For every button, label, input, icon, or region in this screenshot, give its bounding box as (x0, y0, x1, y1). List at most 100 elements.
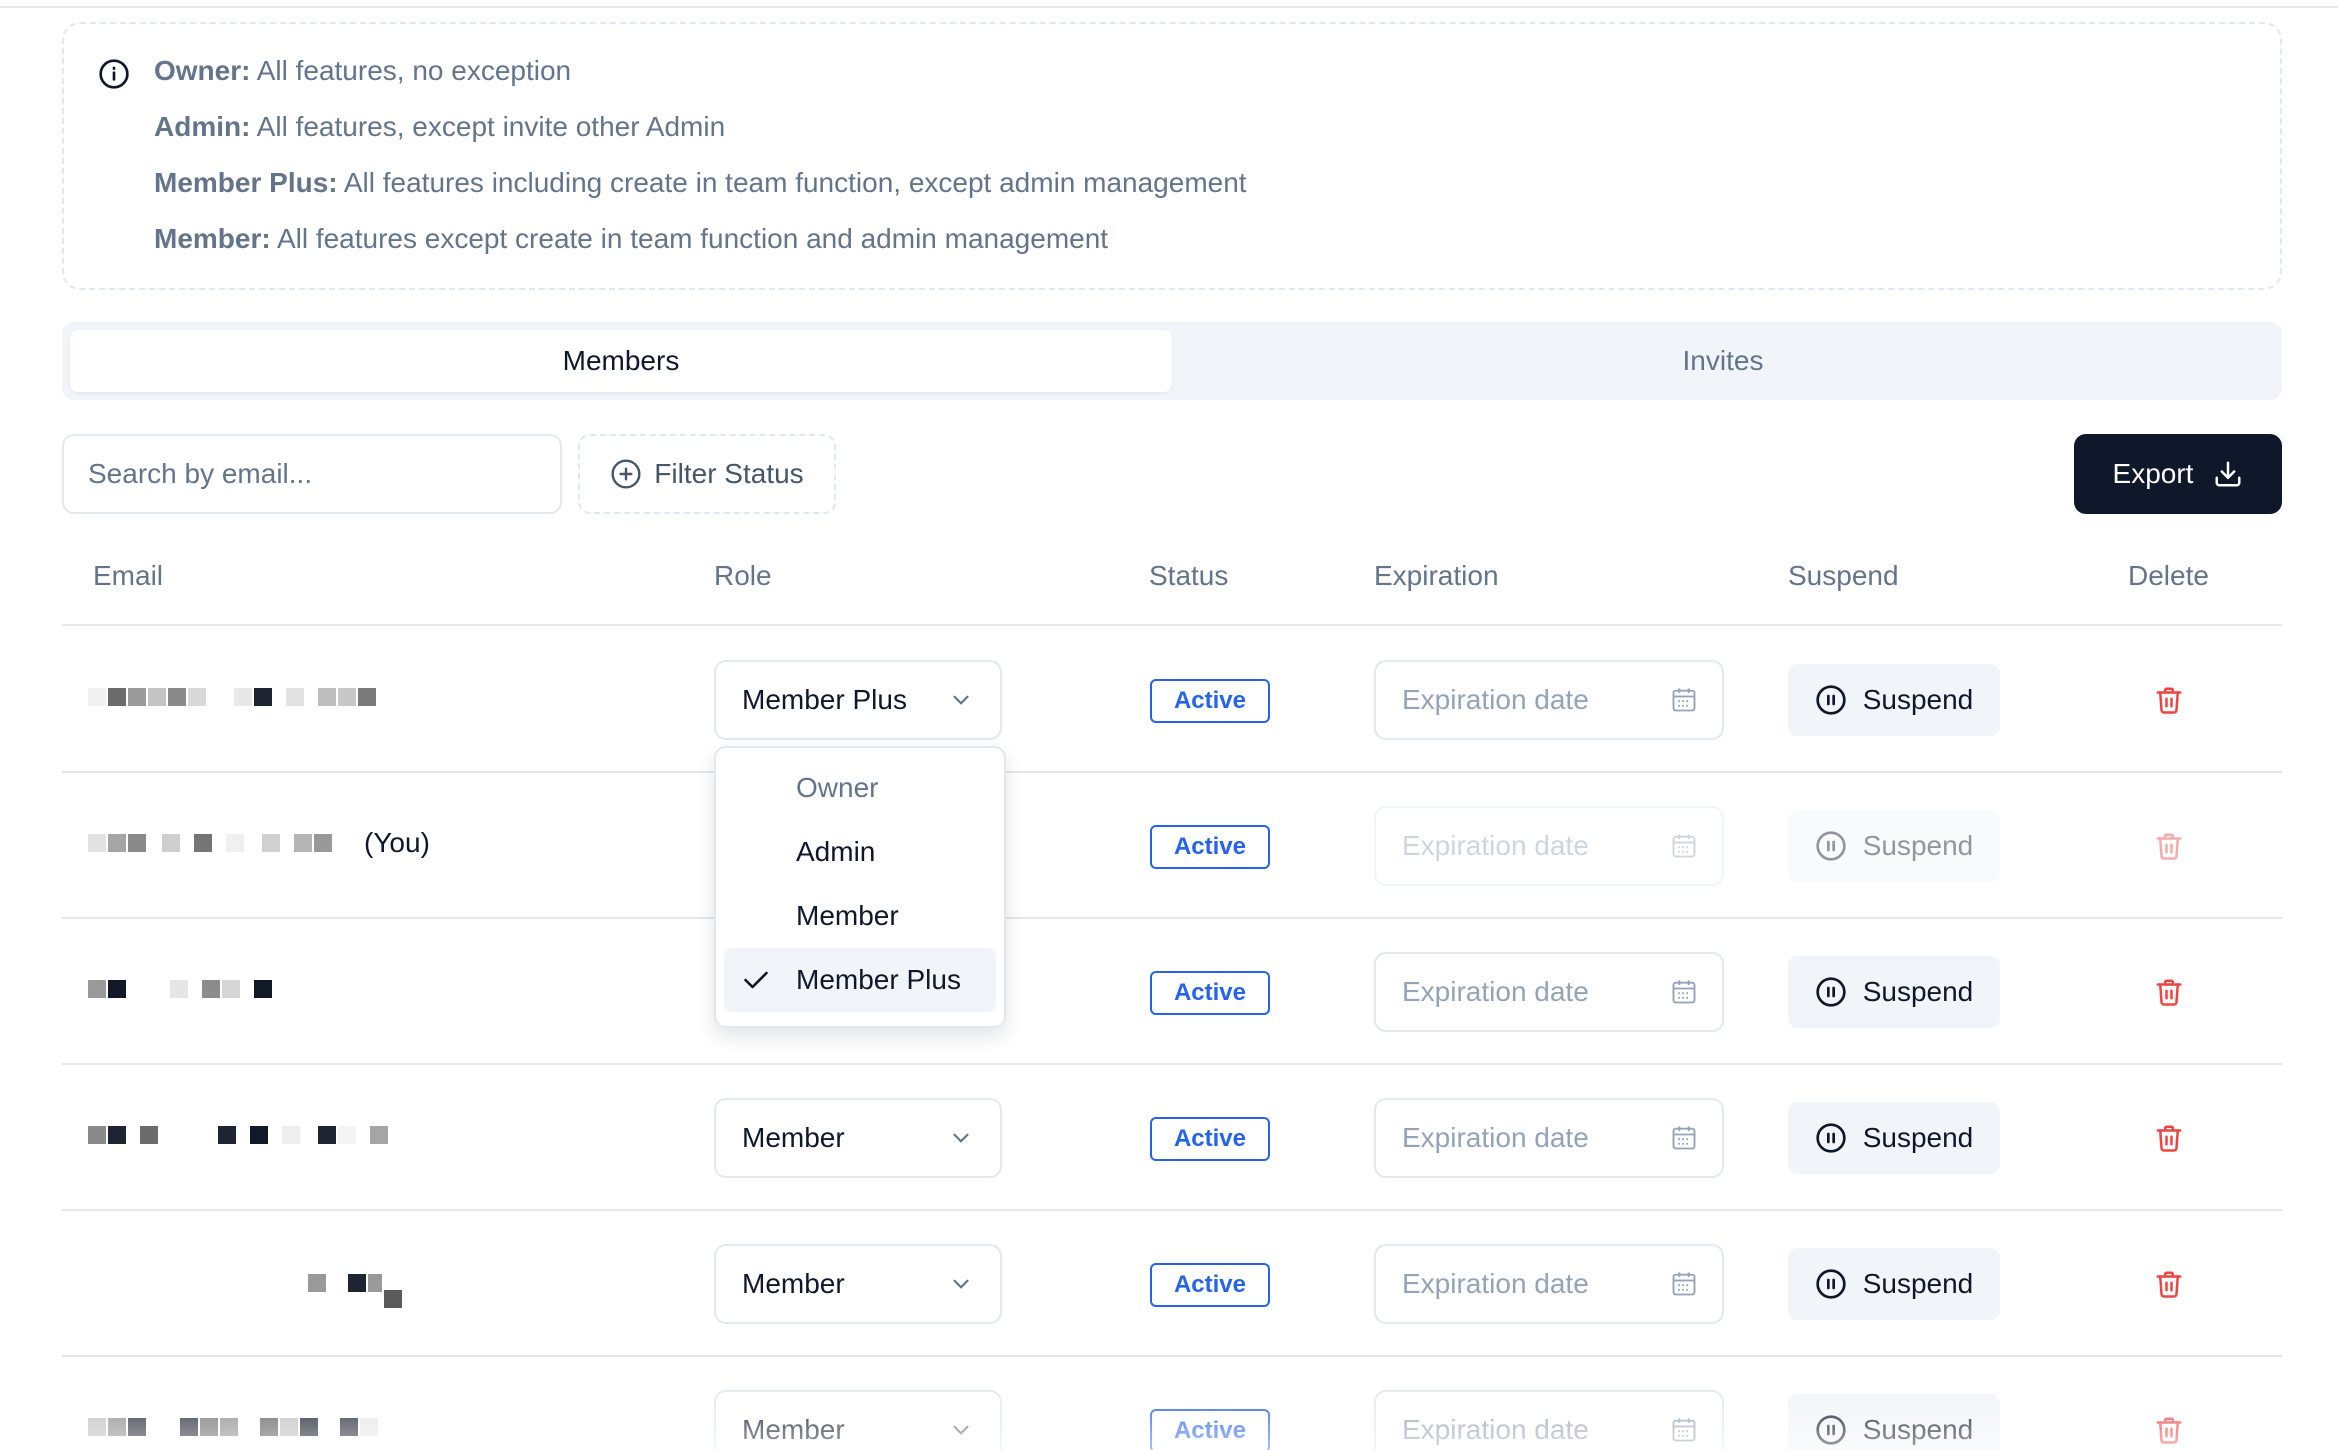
role-option-label: Member (796, 900, 899, 931)
email-cell-redacted (88, 682, 378, 712)
trash-icon (2156, 833, 2182, 860)
status-badge: Active (1150, 1409, 1270, 1450)
tab-invites[interactable]: Invites (1172, 330, 2274, 392)
role-dropdown-menu: Owner Admin Member Member Plus (714, 746, 1006, 1028)
role-select-value: Member (742, 1122, 845, 1153)
expiration-placeholder: Expiration date (1402, 830, 1589, 861)
download-icon (2215, 461, 2241, 487)
suspend-label: Suspend (1862, 830, 1974, 861)
suspend-label: Suspend (1862, 1122, 1974, 1153)
search-email-input[interactable] (62, 434, 562, 514)
role-option-admin[interactable]: Admin (724, 820, 996, 884)
suspend-button: Suspend (1788, 810, 2000, 882)
pause-circle-icon (1816, 1269, 1846, 1299)
suspend-label: Suspend (1862, 1268, 1974, 1299)
calendar-icon (1672, 980, 1696, 1004)
expiration-date-picker: Expiration date (1374, 806, 1724, 886)
table-row: Member Active Expiration date Suspend (62, 1356, 2282, 1450)
pause-circle-icon (1816, 831, 1846, 861)
role-select[interactable]: Member (714, 1390, 1002, 1450)
table-row: Member Active Expiration date Suspend (62, 1064, 2282, 1210)
role-select-value: Member Plus (742, 684, 907, 715)
role-info-member-plus: Member Plus: All features including crea… (154, 167, 1247, 198)
expiration-date-picker[interactable]: Expiration date (1374, 952, 1724, 1032)
table-row: Member Active Expiration date Suspend (62, 1210, 2282, 1356)
trash-icon[interactable] (2154, 684, 2184, 716)
email-cell-redacted (88, 974, 274, 1004)
header-delete: Delete (2128, 560, 2209, 591)
role-select[interactable]: Member (714, 1098, 1002, 1178)
expiration-date-picker[interactable]: Expiration date (1374, 660, 1724, 740)
expiration-date-picker[interactable]: Expiration date (1374, 1098, 1724, 1178)
expiration-placeholder: Expiration date (1402, 1414, 1589, 1445)
tab-bar: Members Invites (62, 322, 2282, 400)
expiration-placeholder: Expiration date (1402, 684, 1589, 715)
chevron-down-icon (953, 1425, 969, 1435)
expiration-placeholder: Expiration date (1402, 1122, 1589, 1153)
calendar-icon (1672, 688, 1696, 712)
suspend-button[interactable]: Suspend (1788, 664, 2000, 736)
suspend-label: Suspend (1862, 1414, 1974, 1445)
expiration-date-picker[interactable]: Expiration date (1374, 1390, 1724, 1450)
filter-status-button[interactable]: Filter Status (578, 434, 836, 514)
email-cell-redacted (308, 1268, 404, 1308)
pause-circle-icon (1816, 1415, 1846, 1445)
suspend-button[interactable]: Suspend (1788, 956, 2000, 1028)
role-option-member-plus[interactable]: Member Plus (724, 948, 996, 1012)
role-option-label: Admin (796, 836, 876, 867)
role-option-member[interactable]: Member (724, 884, 996, 948)
suspend-button[interactable]: Suspend (1788, 1102, 2000, 1174)
expiration-date-picker[interactable]: Expiration date (1374, 1244, 1724, 1324)
suspend-label: Suspend (1862, 976, 1974, 1007)
calendar-icon (1672, 1126, 1696, 1150)
chevron-down-icon (953, 1279, 969, 1289)
roles-info-panel: Owner: All features, no exception Admin:… (62, 22, 2282, 290)
header-status: Status (1149, 560, 1229, 591)
expiration-placeholder: Expiration date (1402, 976, 1589, 1007)
role-info-owner: Owner: All features, no exception (154, 55, 572, 86)
header-role: Role (714, 560, 772, 591)
suspend-button[interactable]: Suspend (1788, 1248, 2000, 1320)
suspend-button[interactable]: Suspend (1788, 1394, 2000, 1450)
chevron-down-icon (953, 695, 969, 705)
status-badge: Active (1150, 1263, 1270, 1307)
role-select[interactable]: Member Plus (714, 660, 1002, 740)
pause-circle-icon (1816, 1123, 1846, 1153)
calendar-icon (1672, 834, 1696, 858)
info-icon (99, 59, 129, 89)
export-label: Export (2112, 458, 2194, 489)
pause-circle-icon (1816, 685, 1846, 715)
status-badge: Active (1150, 679, 1270, 723)
trash-icon[interactable] (2154, 1414, 2184, 1446)
export-button[interactable]: Export (2074, 434, 2282, 514)
role-option-label: Owner (796, 772, 879, 803)
status-badge: Active (1150, 825, 1270, 869)
plus-circle-icon (611, 459, 641, 489)
trash-icon[interactable] (2154, 976, 2184, 1008)
role-select-value: Member (742, 1268, 845, 1299)
check-icon (744, 971, 768, 989)
trash-icon[interactable] (2154, 1268, 2184, 1300)
table-row: (You) Active Expiration date Suspend (62, 772, 2282, 918)
table-row: Active Expiration date Suspend (62, 918, 2282, 1064)
email-cell-redacted: (You) (88, 827, 430, 858)
role-option-owner: Owner (724, 756, 996, 820)
email-cell-redacted (88, 1120, 390, 1150)
role-option-label: Member Plus (796, 964, 961, 995)
role-select-value: Member (742, 1414, 845, 1445)
calendar-icon (1672, 1272, 1696, 1296)
table-row: Member Plus Active Expiration date Suspe… (62, 626, 2282, 772)
header-suspend: Suspend (1788, 560, 1899, 591)
trash-icon[interactable] (2154, 1122, 2184, 1154)
status-badge: Active (1150, 971, 1270, 1015)
role-info-member: Member: All features except create in te… (154, 223, 1109, 254)
pause-circle-icon (1816, 977, 1846, 1007)
top-divider (0, 6, 2338, 8)
status-badge: Active (1150, 1117, 1270, 1161)
role-select[interactable]: Member (714, 1244, 1002, 1324)
chevron-down-icon (953, 1133, 969, 1143)
header-email: Email (93, 560, 164, 591)
tab-members[interactable]: Members (70, 330, 1172, 392)
header-expiration: Expiration (1374, 560, 1499, 591)
current-user-tag: (You) (364, 827, 430, 858)
